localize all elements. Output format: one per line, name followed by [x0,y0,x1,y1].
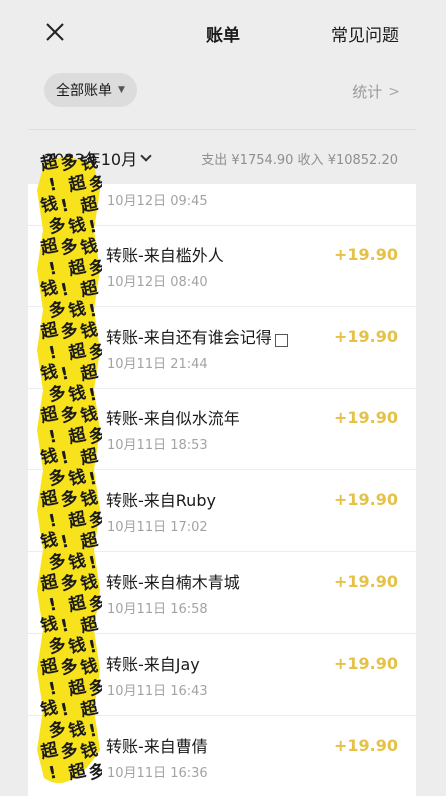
transaction-list: 10月12日 09:45 转账-来自槛外人 10月12日 08:40 +19.9… [28,184,416,796]
chevron-right-icon: > [388,83,400,100]
transaction-row[interactable]: 转账-来自还有谁会记得 10月11日 21:44 +19.90 [28,307,416,389]
transaction-amount: +19.90 [333,736,398,755]
close-icon[interactable] [42,19,68,45]
month-summary: 支出 ¥1754.90 收入 ¥10852.20 [201,153,398,168]
transaction-title: 转账-来自楠木青城 [106,573,240,592]
unknown-glyph-icon [274,334,288,347]
transaction-amount: +19.90 [333,327,398,346]
transaction-time: 10月11日 18:53 [107,438,208,453]
transaction-row[interactable]: 转账-来自楠木青城 10月11日 16:58 +19.90 [28,552,416,634]
transaction-amount: +19.90 [333,572,398,591]
caret-down-icon: ▼ [118,85,125,95]
faq-link[interactable]: 常见问题 [331,21,399,46]
transaction-title-wrap: 转账-来自还有谁会记得 [106,324,288,348]
transaction-amount: +19.90 [333,408,398,427]
transaction-row[interactable]: 转账-来自Ruby 10月11日 17:02 +19.90 [28,470,416,552]
transaction-amount: +19.90 [333,654,398,673]
month-header: 2023年10月 支出 ¥1754.90 收入 ¥10852.20 [0,142,446,172]
month-picker[interactable]: 2023年10月 [44,146,152,170]
transaction-row[interactable]: 10月12日 09:45 [28,184,416,226]
transaction-row[interactable]: 转账-来自Jay 10月11日 16:43 +19.90 [28,634,416,716]
transaction-time: 10月12日 09:45 [107,194,208,209]
transaction-time: 10月11日 16:36 [107,766,208,781]
transaction-time: 10月11日 16:43 [107,684,208,699]
stats-label: 统计 [352,83,383,101]
divider [28,129,416,130]
bill-filter-dropdown[interactable]: 全部账单 ▼ [44,73,137,107]
transaction-title: 转账-来自还有谁会记得 [106,328,272,347]
transaction-time: 10月11日 17:02 [107,520,208,535]
filter-row: 全部账单 ▼ 统计 > [0,72,446,112]
transaction-title: 转账-来自曹倩 [106,737,208,756]
transaction-amount: +19.90 [333,490,398,509]
transaction-row[interactable]: 转账-来自槛外人 10月12日 08:40 +19.90 [28,225,416,307]
transaction-row[interactable]: 转账-来自曹倩 10月11日 16:36 +19.90 [28,716,416,796]
top-bar: 账单 常见问题 [0,0,446,64]
transaction-row[interactable]: 转账-来自似水流年 10月11日 18:53 +19.90 [28,388,416,470]
transaction-time: 10月11日 16:58 [107,602,208,617]
transaction-title: 转账-来自似水流年 [106,409,240,428]
stats-link[interactable]: 统计 > [352,81,400,102]
transaction-time: 10月11日 21:44 [107,357,208,372]
chevron-down-icon [140,149,152,162]
transaction-title: 转账-来自槛外人 [106,246,224,265]
month-label: 2023年10月 [44,150,138,169]
transaction-title: 转账-来自Jay [106,655,200,674]
transaction-title: 转账-来自Ruby [106,491,216,510]
transaction-amount: +19.90 [333,245,398,264]
transaction-time: 10月12日 08:40 [107,275,208,290]
bill-filter-label: 全部账单 [56,83,112,99]
